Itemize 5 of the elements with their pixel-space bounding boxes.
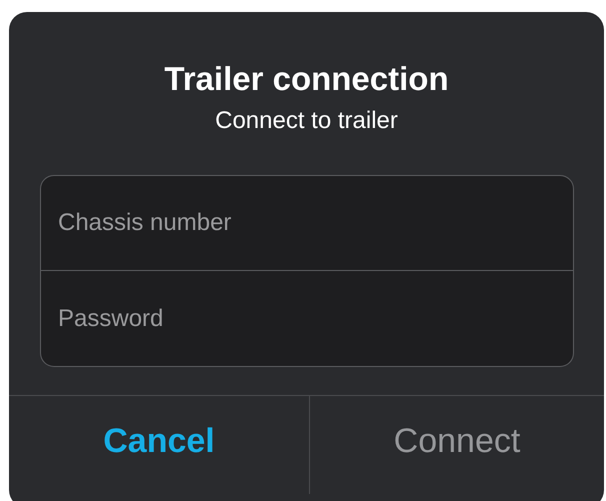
input-field[interactable]: Password [40,271,574,367]
dialog-title: Trailer connection [164,61,449,97]
dialog-message: Connect to trailer [215,107,398,135]
cancel-button[interactable]: Cancel [9,396,309,494]
input-field[interactable]: Chassis number [40,175,574,271]
